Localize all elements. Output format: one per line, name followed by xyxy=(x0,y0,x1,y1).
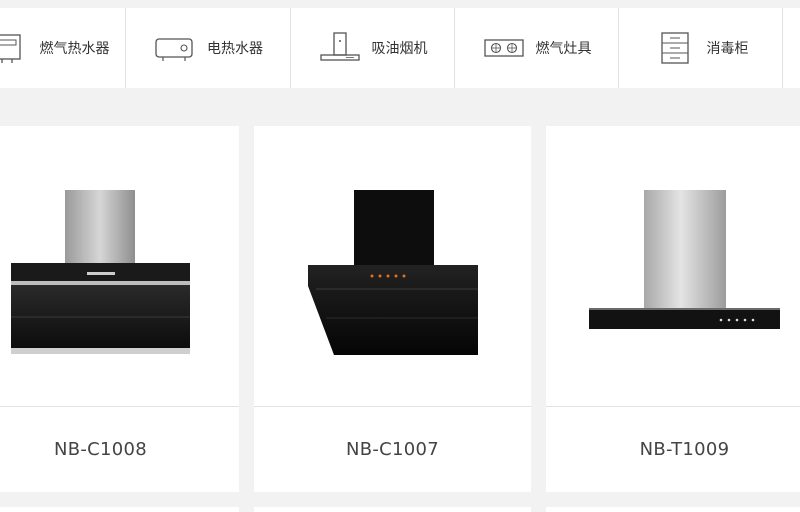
product-model: NB-C1007 xyxy=(345,439,440,460)
category-nav: 燃气热水器 电热水器 吸油烟机 燃气灶具 消毒柜 xyxy=(0,8,800,88)
black-glass-range-hood-image xyxy=(308,190,478,355)
category-label: 消毒柜 xyxy=(706,41,749,57)
category-range-hood[interactable]: 吸油烟机 xyxy=(291,8,455,88)
product-model: NB-T1009 xyxy=(639,439,730,460)
product-card[interactable]: NB-C1008 xyxy=(0,126,239,492)
gas-stove-icon xyxy=(483,39,524,57)
product-image-area xyxy=(0,126,239,406)
product-image-area xyxy=(546,126,800,406)
next-row-card xyxy=(0,507,239,512)
electric-water-heater-icon xyxy=(155,38,193,61)
gas-water-heater-icon xyxy=(0,34,21,63)
category-gas-water-heater[interactable]: 燃气热水器 xyxy=(0,8,126,88)
category-label: 燃气热水器 xyxy=(39,41,110,57)
category-label: 燃气灶具 xyxy=(535,41,592,57)
range-hood-icon xyxy=(319,32,360,61)
t-shaped-range-hood-image xyxy=(589,190,780,329)
product-image-area xyxy=(254,126,531,406)
category-gas-stove[interactable]: 燃气灶具 xyxy=(455,8,619,88)
next-row-card xyxy=(254,507,531,512)
category-disinfection-cabinet[interactable]: 消毒柜 xyxy=(619,8,783,88)
product-card[interactable]: NB-C1007 xyxy=(254,126,531,492)
product-model: NB-C1008 xyxy=(53,439,148,460)
category-label: 吸油烟机 xyxy=(371,41,428,57)
category-label: 电热水器 xyxy=(207,41,263,57)
category-electric-water-heater[interactable]: 电热水器 xyxy=(126,8,291,88)
product-card[interactable]: NB-T1009 xyxy=(546,126,800,492)
side-draft-range-hood-image xyxy=(11,190,190,354)
disinfection-cabinet-icon xyxy=(660,32,689,64)
next-row-card xyxy=(546,507,800,512)
